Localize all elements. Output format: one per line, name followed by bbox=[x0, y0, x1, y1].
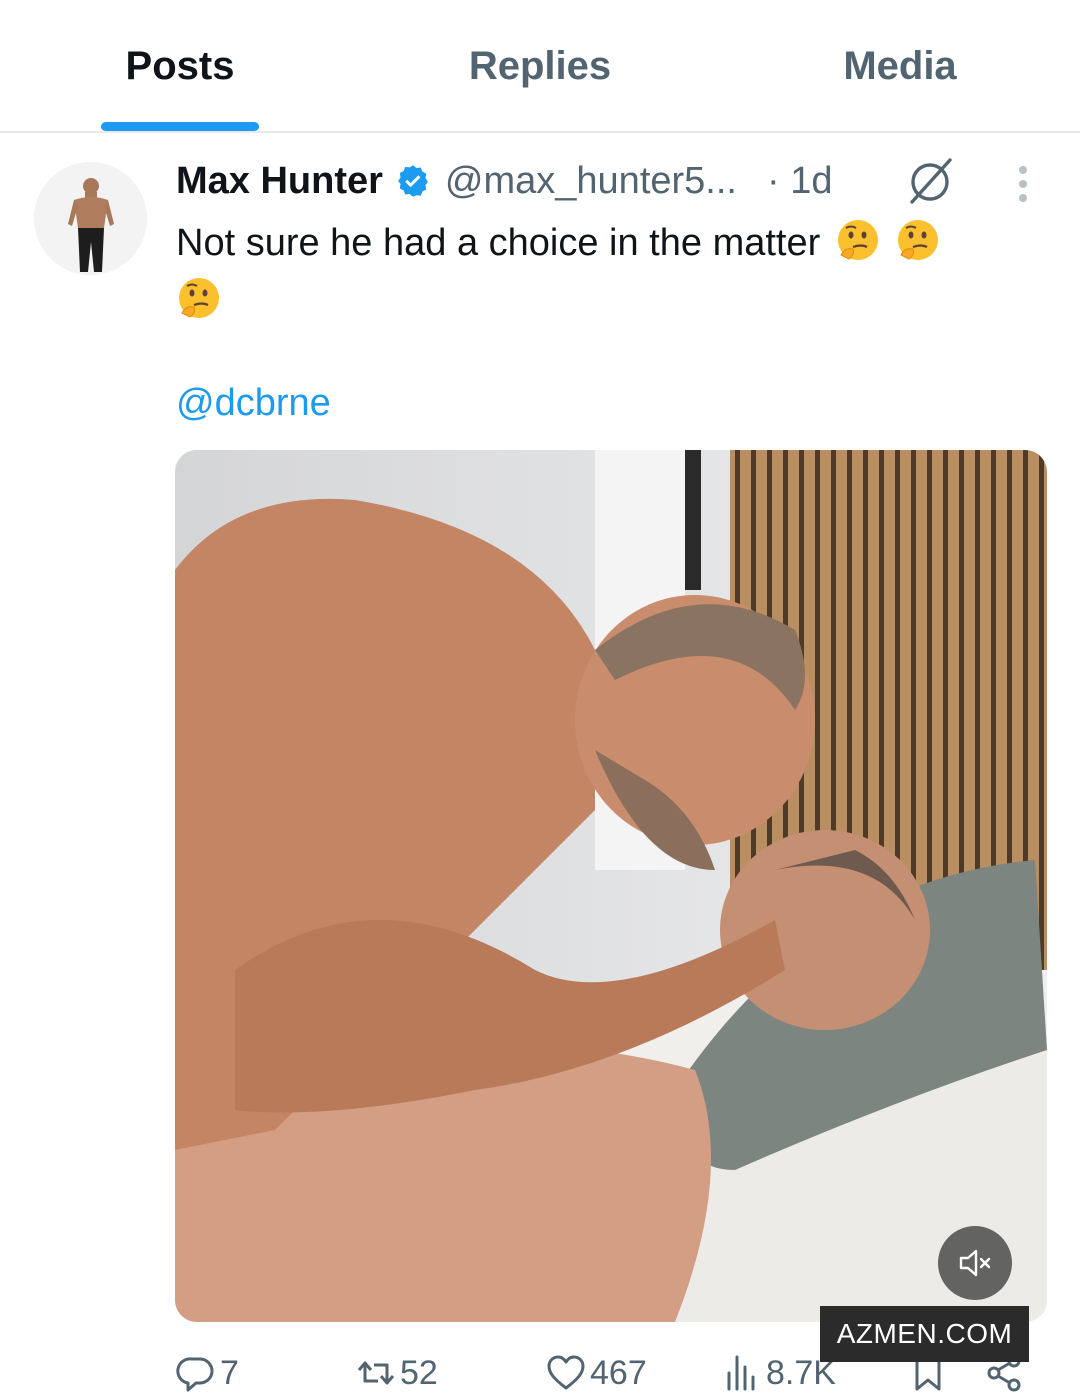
tab-media[interactable]: Media bbox=[820, 44, 980, 89]
reply-count: 7 bbox=[220, 1353, 239, 1392]
author-name[interactable]: Max Hunter bbox=[176, 160, 383, 203]
repost-button[interactable]: 52 bbox=[356, 1351, 438, 1395]
more-options-icon[interactable] bbox=[1012, 162, 1034, 206]
author-handle[interactable]: @max_hunter5... bbox=[445, 160, 737, 203]
post-header: Max Hunter @max_hunter5... · 1d bbox=[176, 156, 976, 206]
post-text: Not sure he had a choice in the matter bbox=[176, 214, 1026, 330]
mute-toggle-button[interactable] bbox=[938, 1226, 1012, 1300]
mention-link[interactable]: @dcbrne bbox=[176, 382, 331, 425]
repost-count: 52 bbox=[400, 1353, 438, 1392]
verified-badge-icon bbox=[398, 165, 428, 197]
thinking-face-icon bbox=[179, 278, 219, 318]
views-icon bbox=[727, 1355, 755, 1391]
profile-tabs: Posts Replies Media bbox=[0, 0, 1080, 133]
post-body-text: Not sure he had a choice in the matter bbox=[176, 222, 821, 264]
tab-replies[interactable]: Replies bbox=[440, 44, 640, 89]
reply-button[interactable]: 7 bbox=[176, 1351, 239, 1395]
thinking-face-icon bbox=[898, 220, 939, 260]
post-time[interactable]: · 1d bbox=[767, 160, 832, 203]
grok-icon[interactable] bbox=[904, 154, 956, 206]
video-frame bbox=[175, 450, 1047, 1322]
like-count: 467 bbox=[590, 1353, 647, 1392]
views-button[interactable]: 8.7K bbox=[722, 1351, 836, 1395]
like-button[interactable]: 467 bbox=[546, 1351, 647, 1395]
author-avatar[interactable] bbox=[34, 162, 147, 275]
watermark-label: AZMEN.COM bbox=[820, 1306, 1029, 1362]
reply-icon bbox=[176, 1357, 214, 1392]
post-video[interactable] bbox=[175, 450, 1047, 1322]
tab-posts[interactable]: Posts bbox=[100, 44, 260, 89]
thinking-face-icon bbox=[837, 220, 878, 260]
speaker-muted-icon bbox=[959, 1249, 991, 1277]
repost-icon bbox=[357, 1361, 395, 1385]
active-tab-indicator bbox=[101, 122, 259, 131]
heart-icon bbox=[547, 1355, 585, 1390]
